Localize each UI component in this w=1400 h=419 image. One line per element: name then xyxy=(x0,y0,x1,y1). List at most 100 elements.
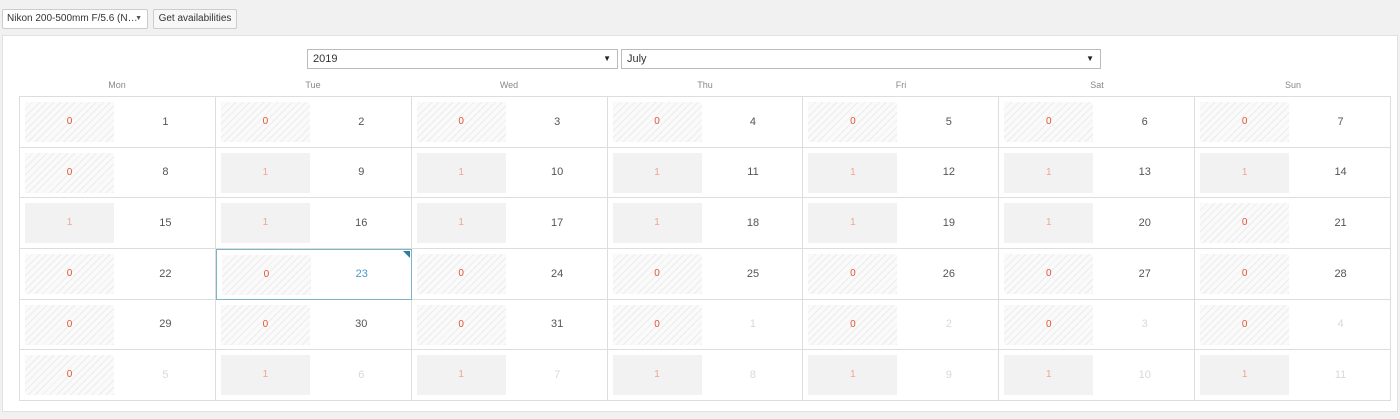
calendar-day-cell[interactable]: 0 21 xyxy=(1195,198,1391,249)
calendar-day-cell[interactable]: 1 12 xyxy=(803,147,1000,199)
calendar-day-cell[interactable]: 0 27 xyxy=(999,249,1196,300)
calendar-day-cell[interactable]: 08 xyxy=(20,147,216,199)
toolbar: Nikon 200-500mm F/5.6 (N… ▼ Get availabi… xyxy=(0,0,1400,34)
day-number: 5 xyxy=(945,115,952,128)
calendar-day-cell[interactable]: 0 22 xyxy=(20,249,216,300)
day-number: 30 xyxy=(355,318,368,331)
day-number: 29 xyxy=(159,318,172,331)
day-number: 20 xyxy=(1138,217,1151,230)
availability-count: 1 xyxy=(1004,152,1094,193)
calendar-panel: 2019 ▼ July ▼ Mon Tue Wed Thu Fri Sat Sun 0102… xyxy=(2,35,1398,412)
day-number: 1 xyxy=(162,115,169,128)
calendar-day-cell[interactable]: 07 xyxy=(1195,97,1391,148)
calendar-day-cell[interactable]: 0 30 xyxy=(215,299,412,351)
day-number: 15 xyxy=(159,217,172,230)
calendar-day-cell[interactable]: 0 28 xyxy=(1195,249,1391,300)
chevron-down-icon: ▼ xyxy=(1086,54,1094,63)
availability-count: 0 xyxy=(25,254,114,294)
calendar-day-cell[interactable]: 18 xyxy=(607,350,804,401)
day-number: 5 xyxy=(162,369,169,382)
month-select[interactable]: July ▼ xyxy=(621,49,1101,69)
day-number: 23 xyxy=(355,268,368,281)
calendar-day-cell[interactable]: 1 14 xyxy=(1195,147,1391,199)
calendar-day-cell[interactable]: 1 15 xyxy=(20,198,216,249)
weekday-label: Fri xyxy=(895,80,907,90)
calendar-day-cell-today[interactable]: 0 23 xyxy=(215,249,412,300)
calendar-day-cell[interactable]: 1 16 xyxy=(215,198,412,249)
year-select-value: 2019 xyxy=(313,53,338,65)
availability-count: 1 xyxy=(1200,355,1290,396)
availability-count: 1 xyxy=(416,355,506,396)
day-number: 9 xyxy=(358,166,365,179)
calendar-day-cell[interactable]: 05 xyxy=(803,97,1000,148)
availability-count: 1 xyxy=(220,355,310,396)
calendar-day-cell[interactable]: 1 11 xyxy=(607,147,804,199)
calendar-day-cell[interactable]: 04 xyxy=(607,97,804,148)
calendar-day-cell[interactable]: 01 xyxy=(607,299,804,351)
day-number: 17 xyxy=(551,217,564,230)
availability-count: 0 xyxy=(1004,304,1094,345)
availability-count: 1 xyxy=(612,355,702,396)
availability-count: 0 xyxy=(612,304,702,345)
availability-count: 1 xyxy=(416,152,506,193)
day-number: 2 xyxy=(945,318,952,331)
calendar-day-cell[interactable]: 04 xyxy=(1195,299,1391,351)
availability-count: 0 xyxy=(808,254,898,294)
availability-count: 0 xyxy=(416,304,506,345)
availability-count: 0 xyxy=(612,254,702,294)
day-number: 19 xyxy=(942,217,955,230)
calendar-day-cell[interactable]: 19 xyxy=(803,350,1000,401)
availability-count: 1 xyxy=(220,152,310,193)
product-select[interactable]: Nikon 200-500mm F/5.6 (N… ▼ xyxy=(2,9,148,29)
day-number: 2 xyxy=(358,115,365,128)
calendar-day-cell[interactable]: 16 xyxy=(215,350,412,401)
calendar-day-cell[interactable]: 1 13 xyxy=(999,147,1196,199)
calendar-day-cell[interactable]: 1 11 xyxy=(1195,350,1391,401)
availability-count: 0 xyxy=(416,102,506,142)
day-number: 18 xyxy=(746,217,760,230)
calendar-day-cell[interactable]: 17 xyxy=(411,350,608,401)
calendar-day-cell[interactable]: 02 xyxy=(215,97,412,148)
get-availabilities-button[interactable]: Get availabilities xyxy=(153,9,237,29)
month-select-value: July xyxy=(627,53,647,65)
weekday-label: Sat xyxy=(1090,80,1104,90)
calendar-day-cell[interactable]: 19 xyxy=(215,147,412,199)
calendar-day-cell[interactable]: 01 xyxy=(20,97,216,148)
calendar-day-cell[interactable]: 0 25 xyxy=(607,249,804,300)
day-number: 10 xyxy=(1138,369,1151,382)
calendar-day-cell[interactable]: 0 29 xyxy=(20,299,216,351)
weekday-label: Wed xyxy=(499,80,519,90)
calendar-day-cell[interactable]: 1 19 xyxy=(803,198,1000,249)
weekday-label: Mon xyxy=(108,80,126,90)
availability-count: 1 xyxy=(25,203,114,244)
day-number: 13 xyxy=(1138,166,1151,179)
day-number: 10 xyxy=(551,166,564,179)
availability-count: 1 xyxy=(808,152,898,193)
day-number: 4 xyxy=(1337,318,1344,331)
day-number: 25 xyxy=(746,267,760,280)
calendar-day-cell[interactable]: 1 20 xyxy=(999,198,1196,249)
calendar-day-cell[interactable]: 03 xyxy=(411,97,608,148)
calendar-day-cell[interactable]: 0 26 xyxy=(803,249,1000,300)
today-corner-marker xyxy=(402,251,410,258)
calendar-day-cell[interactable]: 03 xyxy=(999,299,1196,351)
availability-count: 0 xyxy=(25,355,114,396)
day-number: 11 xyxy=(747,166,759,179)
availability-count: 1 xyxy=(808,203,898,244)
availability-count: 0 xyxy=(808,102,898,142)
year-select[interactable]: 2019 ▼ xyxy=(307,49,618,69)
calendar-day-cell[interactable]: 0 31 xyxy=(411,299,608,351)
day-number: 7 xyxy=(1337,115,1344,128)
day-number: 6 xyxy=(1141,115,1148,128)
day-number: 26 xyxy=(942,267,955,280)
calendar-day-cell[interactable]: 02 xyxy=(803,299,1000,351)
day-number: 16 xyxy=(355,217,368,230)
calendar-day-cell[interactable]: 1 10 xyxy=(411,147,608,199)
calendar-day-cell[interactable]: 1 17 xyxy=(411,198,608,249)
calendar-day-cell[interactable]: 06 xyxy=(999,97,1196,148)
availability-count: 1 xyxy=(1004,203,1094,244)
calendar-day-cell[interactable]: 05 xyxy=(20,350,216,401)
calendar-day-cell[interactable]: 1 18 xyxy=(607,198,804,249)
calendar-day-cell[interactable]: 1 10 xyxy=(999,350,1196,401)
calendar-day-cell[interactable]: 0 24 xyxy=(411,249,608,300)
